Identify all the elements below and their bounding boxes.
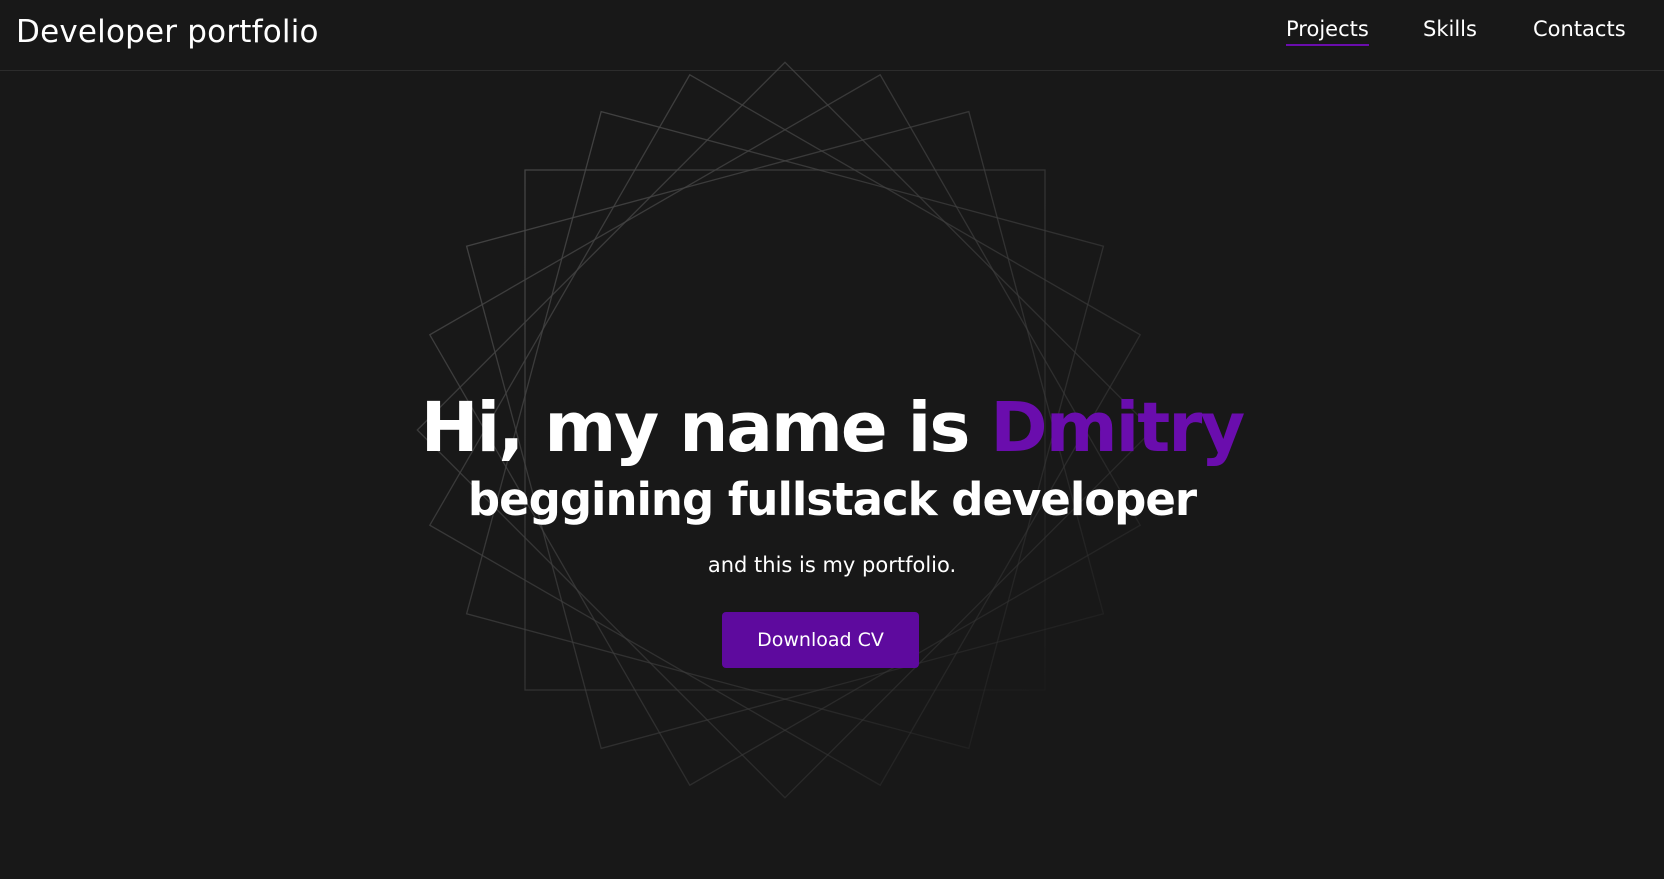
hero-title: Hi, my name is Dmitry	[0, 386, 1664, 470]
hero-name: Dmitry	[990, 388, 1245, 468]
nav-link-projects[interactable]: Projects	[1286, 15, 1369, 46]
hero-subtitle: beggining fullstack developer	[467, 473, 1197, 526]
nav-link-contacts[interactable]: Contacts	[1533, 15, 1626, 43]
nav-link-skills[interactable]: Skills	[1423, 15, 1477, 43]
hero-tagline: and this is my portfolio.	[707, 553, 957, 577]
site-logo[interactable]: Developer portfolio	[16, 12, 319, 52]
site-header: Developer portfolio Projects Skills Cont…	[0, 0, 1664, 71]
download-cv-button[interactable]: Download CV	[722, 612, 919, 668]
hero-greeting: Hi, my name is	[420, 388, 991, 468]
